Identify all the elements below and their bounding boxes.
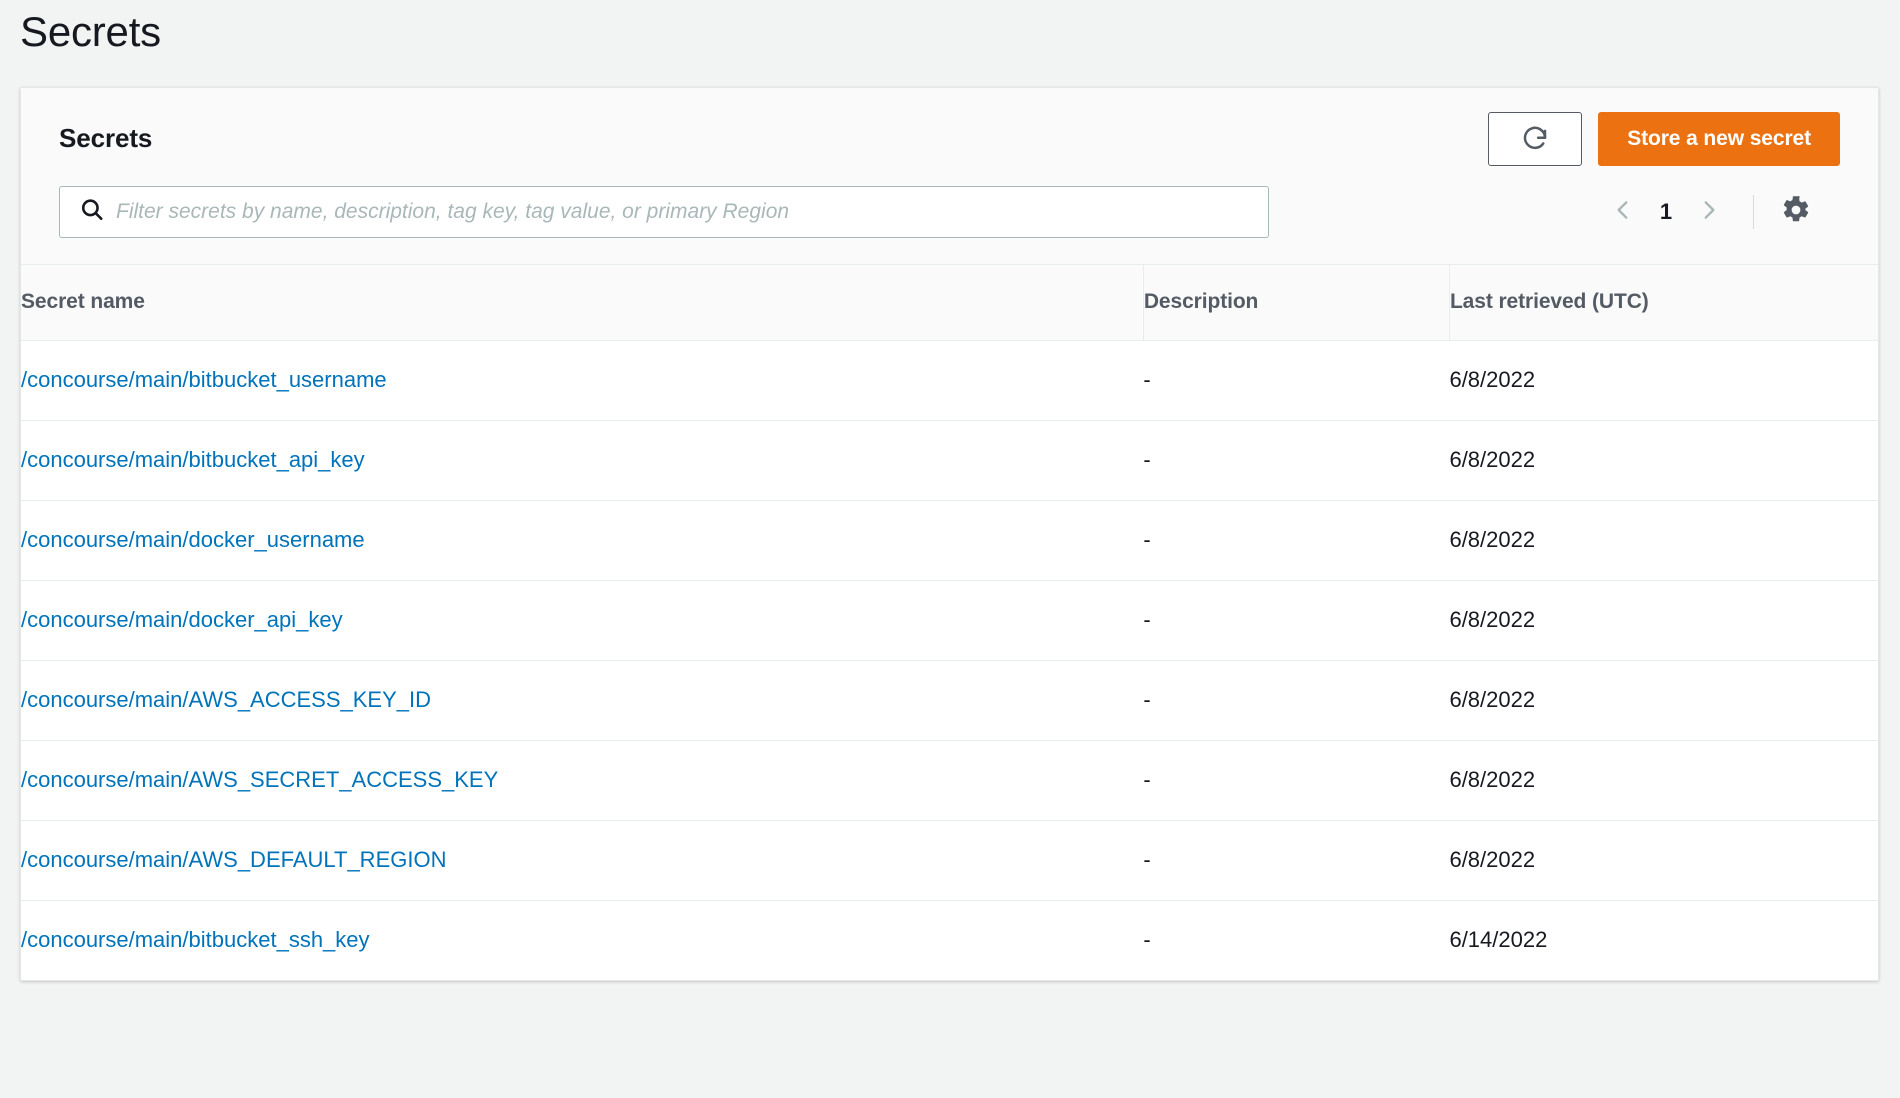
card-title: Secrets bbox=[59, 123, 152, 154]
cell-last-retrieved: 6/8/2022 bbox=[1449, 580, 1878, 660]
cell-description: - bbox=[1143, 500, 1449, 580]
column-header-description[interactable]: Description bbox=[1143, 264, 1449, 340]
cell-secret-name: /concourse/main/bitbucket_ssh_key bbox=[21, 900, 1143, 980]
pagination-page-1[interactable]: 1 bbox=[1649, 199, 1683, 225]
header-actions: Store a new secret bbox=[1488, 112, 1840, 166]
pagination-divider bbox=[1753, 195, 1754, 229]
secret-name-link[interactable]: /concourse/main/bitbucket_api_key bbox=[21, 447, 365, 472]
cell-secret-name: /concourse/main/AWS_SECRET_ACCESS_KEY bbox=[21, 740, 1143, 820]
cell-last-retrieved: 6/8/2022 bbox=[1449, 420, 1878, 500]
cell-secret-name: /concourse/main/bitbucket_api_key bbox=[21, 420, 1143, 500]
cell-description: - bbox=[1143, 660, 1449, 740]
table-head: Secret name Description Last retrieved (… bbox=[21, 264, 1878, 340]
cell-last-retrieved: 6/8/2022 bbox=[1449, 340, 1878, 420]
secrets-card: Secrets Store a new secret bbox=[20, 87, 1879, 982]
store-new-secret-button[interactable]: Store a new secret bbox=[1598, 112, 1840, 166]
table-header-row: Secret name Description Last retrieved (… bbox=[21, 264, 1878, 340]
pagination-next-button[interactable] bbox=[1687, 190, 1731, 234]
cell-description: - bbox=[1143, 740, 1449, 820]
table-row: /concourse/main/docker_username - 6/8/20… bbox=[21, 500, 1878, 580]
cell-secret-name: /concourse/main/docker_username bbox=[21, 500, 1143, 580]
table-row: /concourse/main/bitbucket_username - 6/8… bbox=[21, 340, 1878, 420]
card-header-top-row: Secrets Store a new secret bbox=[59, 110, 1840, 168]
table-settings-button[interactable] bbox=[1774, 190, 1818, 234]
cell-last-retrieved: 6/8/2022 bbox=[1449, 740, 1878, 820]
table-row: /concourse/main/AWS_DEFAULT_REGION - 6/8… bbox=[21, 820, 1878, 900]
table-row: /concourse/main/AWS_ACCESS_KEY_ID - 6/8/… bbox=[21, 660, 1878, 740]
chevron-left-icon bbox=[1610, 197, 1636, 226]
pagination-controls: 1 bbox=[1601, 190, 1840, 234]
gear-icon bbox=[1781, 195, 1811, 228]
column-header-secret-name[interactable]: Secret name bbox=[21, 264, 1143, 340]
page-title: Secrets bbox=[20, 0, 1880, 59]
table-row: /concourse/main/docker_api_key - 6/8/202… bbox=[21, 580, 1878, 660]
chevron-right-icon bbox=[1696, 197, 1722, 226]
table-row: /concourse/main/bitbucket_api_key - 6/8/… bbox=[21, 420, 1878, 500]
secret-name-link[interactable]: /concourse/main/bitbucket_username bbox=[21, 367, 387, 392]
refresh-icon bbox=[1520, 124, 1550, 154]
pagination-prev-button[interactable] bbox=[1601, 190, 1645, 234]
cell-description: - bbox=[1143, 340, 1449, 420]
card-header: Secrets Store a new secret bbox=[21, 88, 1878, 264]
cell-description: - bbox=[1143, 900, 1449, 980]
cell-secret-name: /concourse/main/AWS_DEFAULT_REGION bbox=[21, 820, 1143, 900]
cell-secret-name: /concourse/main/bitbucket_username bbox=[21, 340, 1143, 420]
card-controls-row: 1 bbox=[59, 186, 1840, 238]
table-body: /concourse/main/bitbucket_username - 6/8… bbox=[21, 340, 1878, 980]
table-row: /concourse/main/bitbucket_ssh_key - 6/14… bbox=[21, 900, 1878, 980]
table-row: /concourse/main/AWS_SECRET_ACCESS_KEY - … bbox=[21, 740, 1878, 820]
column-header-last-retrieved[interactable]: Last retrieved (UTC) bbox=[1449, 264, 1878, 340]
search-field-wrapper bbox=[59, 186, 1269, 238]
cell-last-retrieved: 6/8/2022 bbox=[1449, 820, 1878, 900]
secret-name-link[interactable]: /concourse/main/docker_api_key bbox=[21, 607, 343, 632]
secret-name-link[interactable]: /concourse/main/docker_username bbox=[21, 527, 365, 552]
cell-secret-name: /concourse/main/AWS_ACCESS_KEY_ID bbox=[21, 660, 1143, 740]
cell-last-retrieved: 6/8/2022 bbox=[1449, 660, 1878, 740]
secret-name-link[interactable]: /concourse/main/AWS_SECRET_ACCESS_KEY bbox=[21, 767, 498, 792]
secret-name-link[interactable]: /concourse/main/AWS_DEFAULT_REGION bbox=[21, 847, 446, 872]
refresh-button[interactable] bbox=[1488, 112, 1582, 166]
cell-secret-name: /concourse/main/docker_api_key bbox=[21, 580, 1143, 660]
cell-last-retrieved: 6/14/2022 bbox=[1449, 900, 1878, 980]
cell-description: - bbox=[1143, 580, 1449, 660]
cell-last-retrieved: 6/8/2022 bbox=[1449, 500, 1878, 580]
cell-description: - bbox=[1143, 820, 1449, 900]
secret-name-link[interactable]: /concourse/main/bitbucket_ssh_key bbox=[21, 927, 370, 952]
secret-name-link[interactable]: /concourse/main/AWS_ACCESS_KEY_ID bbox=[21, 687, 431, 712]
secrets-page: Secrets Secrets Store a new secret bbox=[0, 0, 1900, 1098]
cell-description: - bbox=[1143, 420, 1449, 500]
search-input[interactable] bbox=[59, 186, 1269, 238]
secrets-table: Secret name Description Last retrieved (… bbox=[21, 264, 1878, 981]
